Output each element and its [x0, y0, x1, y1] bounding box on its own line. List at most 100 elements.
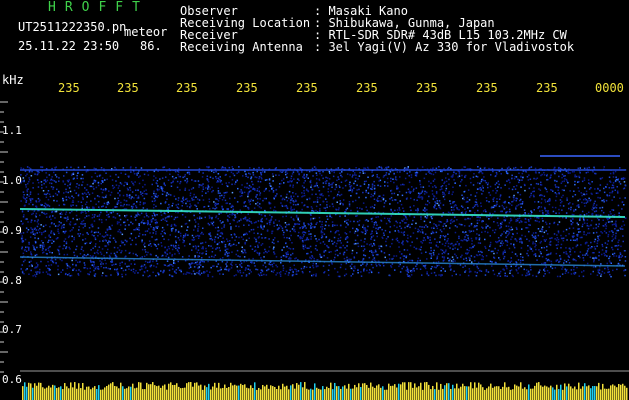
noise-speck [420, 218, 422, 220]
noise-speck [489, 226, 491, 229]
noise-speck [177, 199, 180, 202]
noise-speck [200, 217, 203, 219]
noise-speck [449, 212, 451, 214]
noise-speck [389, 274, 391, 277]
noise-speck [261, 274, 263, 276]
noise-speck [412, 219, 414, 222]
noise-speck [315, 223, 317, 225]
noise-speck [153, 175, 155, 177]
noise-speck [20, 181, 22, 184]
noise-speck [345, 262, 348, 265]
noise-speck [367, 187, 369, 190]
noise-speck [131, 191, 134, 193]
noise-speck [166, 198, 168, 200]
noise-speck [287, 251, 289, 253]
noise-speck [546, 245, 548, 248]
noise-speck [241, 184, 243, 186]
noise-speck [513, 196, 515, 199]
noise-speck [219, 192, 221, 194]
noise-speck [319, 255, 322, 257]
noise-speck [161, 193, 164, 195]
noise-speck [170, 185, 173, 187]
noise-speck [293, 195, 295, 198]
noise-speck [308, 197, 311, 200]
noise-speck [574, 208, 577, 211]
noise-speck [24, 218, 27, 220]
noise-speck [524, 212, 526, 214]
noise-speck [194, 245, 197, 247]
noise-speck [124, 256, 126, 258]
noise-speck [111, 261, 113, 263]
noise-speck [105, 245, 107, 247]
noise-speck [523, 209, 526, 211]
noise-speck [526, 176, 529, 178]
noise-speck [221, 207, 223, 209]
noise-speck [502, 242, 504, 244]
noise-speck [518, 181, 520, 184]
noise-speck [146, 230, 149, 232]
noise-speck [184, 216, 187, 218]
noise-speck [194, 273, 196, 275]
noise-speck [34, 274, 36, 276]
noise-speck [265, 197, 267, 200]
noise-speck [326, 206, 328, 209]
noise-speck [293, 219, 295, 221]
noise-speck [369, 206, 372, 209]
noise-speck [39, 214, 41, 217]
noise-speck [98, 213, 101, 216]
noise-speck [109, 241, 111, 243]
noise-speck [201, 231, 203, 234]
noise-speck [515, 199, 517, 202]
noise-speck [621, 208, 623, 210]
noise-speck [385, 244, 388, 247]
noise-speck [102, 181, 104, 183]
noise-speck [323, 254, 325, 257]
noise-speck [316, 201, 319, 203]
noise-speck [370, 271, 373, 274]
noise-speck [390, 215, 393, 217]
noise-speck [583, 270, 585, 272]
noise-speck [102, 272, 104, 274]
noise-speck [373, 257, 376, 259]
noise-speck [570, 269, 573, 271]
noise-speck [393, 181, 395, 184]
noise-speck [507, 233, 510, 235]
noise-speck [409, 192, 411, 194]
noise-speck [67, 191, 69, 194]
noise-speck [369, 269, 371, 271]
noise-speck [207, 186, 210, 188]
noise-speck [438, 166, 440, 168]
noise-speck [395, 255, 398, 257]
noise-speck [624, 269, 627, 271]
noise-speck [167, 245, 170, 248]
noise-speck [103, 267, 105, 269]
noise-speck [121, 250, 123, 252]
noise-speck [349, 181, 351, 184]
noise-speck [66, 218, 68, 220]
noise-speck [552, 210, 555, 213]
noise-speck [50, 186, 53, 188]
noise-speck [378, 166, 380, 168]
noise-speck [161, 189, 163, 191]
noise-speck [174, 235, 177, 238]
noise-speck [595, 172, 597, 175]
noise-speck [408, 181, 411, 184]
noise-speck [439, 202, 442, 204]
noise-speck [268, 263, 270, 265]
noise-speck [515, 176, 518, 178]
noise-speck [182, 236, 185, 239]
noise-speck [74, 223, 77, 225]
noise-speck [154, 239, 157, 241]
noise-speck [342, 253, 345, 256]
noise-speck [375, 227, 377, 230]
noise-speck [126, 265, 128, 268]
noise-speck [567, 171, 569, 173]
noise-speck [29, 193, 32, 195]
noise-speck [135, 205, 137, 207]
noise-speck [201, 176, 204, 178]
noise-speck [36, 246, 38, 249]
noise-speck [591, 181, 593, 183]
noise-speck [290, 206, 292, 208]
noise-speck [231, 264, 233, 267]
noise-speck [508, 202, 510, 204]
